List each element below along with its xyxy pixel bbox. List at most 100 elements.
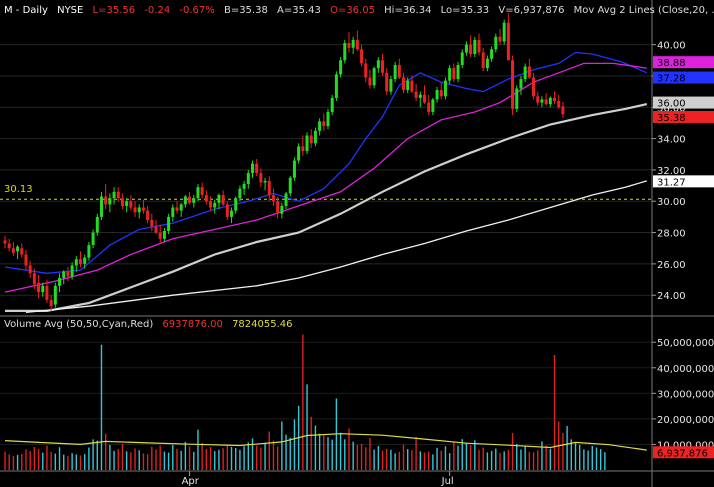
candle-body	[389, 79, 393, 92]
candle-body	[305, 135, 309, 152]
volume-bar	[549, 448, 552, 470]
volume-bar	[21, 453, 23, 470]
volume-bar	[411, 450, 413, 470]
candle-body	[129, 201, 133, 208]
volume-bar	[314, 425, 317, 470]
volume-bar	[352, 441, 354, 470]
candle-body	[515, 88, 519, 109]
price-label-text: 36.00	[657, 99, 686, 110]
volume-bar	[289, 437, 291, 470]
candle-body	[452, 68, 456, 80]
volume-bar	[415, 437, 417, 470]
candle-body	[494, 36, 498, 50]
volume-bar	[507, 450, 510, 470]
candle-body	[364, 63, 368, 78]
volume-bar	[532, 452, 535, 470]
volume-bar	[218, 449, 220, 470]
volume: V=6,937,876	[498, 5, 564, 16]
candle-body	[339, 60, 343, 75]
volume-tick-label: 20,000,000	[657, 415, 714, 426]
volume-bar	[172, 444, 174, 470]
candle-body	[490, 49, 494, 59]
volume-bar	[268, 431, 270, 470]
candle-body	[540, 99, 544, 103]
candle-body	[70, 265, 74, 277]
volume-bar	[159, 445, 161, 470]
candle-body	[431, 99, 435, 112]
candle-body	[255, 163, 259, 174]
candle-body	[104, 196, 108, 205]
candle-body	[376, 60, 380, 69]
volume-bar	[125, 451, 128, 470]
volume-bar	[251, 438, 254, 470]
volume-bar	[176, 448, 178, 470]
candle-body	[427, 102, 431, 112]
volume-bar	[377, 445, 380, 470]
volume-bar	[276, 446, 279, 470]
candle-body	[557, 101, 561, 108]
volume-value-2: 7824055.46	[232, 319, 292, 330]
volume-bar	[574, 443, 577, 470]
candle-body	[41, 285, 45, 293]
volume-bar	[67, 455, 69, 470]
volume-bar	[214, 451, 216, 470]
candle-body	[120, 198, 124, 206]
volume-bar	[360, 443, 363, 470]
candle-body	[259, 173, 263, 183]
candle-body	[28, 265, 32, 274]
volume-bar	[264, 442, 266, 470]
candle-body	[464, 44, 468, 53]
candle-body	[87, 245, 91, 258]
bid: B=35.38	[224, 5, 268, 16]
exchange: NYSE	[57, 5, 83, 16]
volume-bar	[373, 449, 375, 470]
volume-bar	[285, 434, 287, 470]
volume-header: Volume Avg (50,50,Cyan,Red) 6937876.00 7…	[4, 319, 293, 330]
volume-bar	[239, 449, 241, 470]
candle-body	[502, 22, 506, 42]
candle-body	[221, 194, 225, 205]
candle-body	[284, 193, 288, 206]
candle-body	[246, 173, 250, 185]
candle-body	[112, 191, 116, 199]
high: Hi=36.34	[384, 5, 431, 16]
candle-body	[11, 248, 15, 253]
volume-bar	[247, 442, 249, 470]
volume-bar	[578, 444, 581, 470]
candle-body	[99, 196, 103, 217]
candle-body	[519, 79, 523, 89]
volume-bar	[440, 450, 442, 470]
volume-bar	[113, 450, 115, 470]
candle-body	[532, 77, 536, 97]
volume-bar	[331, 439, 333, 470]
candle-body	[204, 194, 208, 202]
volume-bar	[356, 444, 359, 470]
candle-body	[162, 230, 166, 239]
candle-body	[435, 90, 439, 100]
candle-body	[422, 94, 426, 103]
candle-body	[393, 64, 397, 80]
candle-body	[271, 194, 275, 202]
volume-bar	[528, 451, 531, 470]
price-tick-label: 30.00	[657, 197, 686, 208]
candle-body	[91, 232, 95, 246]
volume-bar	[109, 444, 111, 470]
candle-body	[217, 194, 221, 203]
volume-bar	[541, 441, 543, 470]
volume-bar	[226, 444, 229, 470]
candle-body	[301, 146, 305, 152]
candle-body	[79, 259, 83, 264]
volume-bar	[130, 452, 132, 470]
candle-body	[309, 135, 313, 144]
month-label: Jul	[441, 476, 454, 487]
volume-bar	[604, 452, 606, 470]
volume-bar	[369, 438, 371, 470]
volume-bar	[499, 452, 501, 470]
candle-body	[326, 111, 330, 127]
candle-body	[37, 282, 41, 293]
volume-bar	[457, 445, 459, 470]
volume-bar	[92, 439, 94, 470]
candle-body	[83, 257, 87, 264]
volume-bar	[243, 446, 245, 470]
candle-body	[234, 198, 238, 211]
